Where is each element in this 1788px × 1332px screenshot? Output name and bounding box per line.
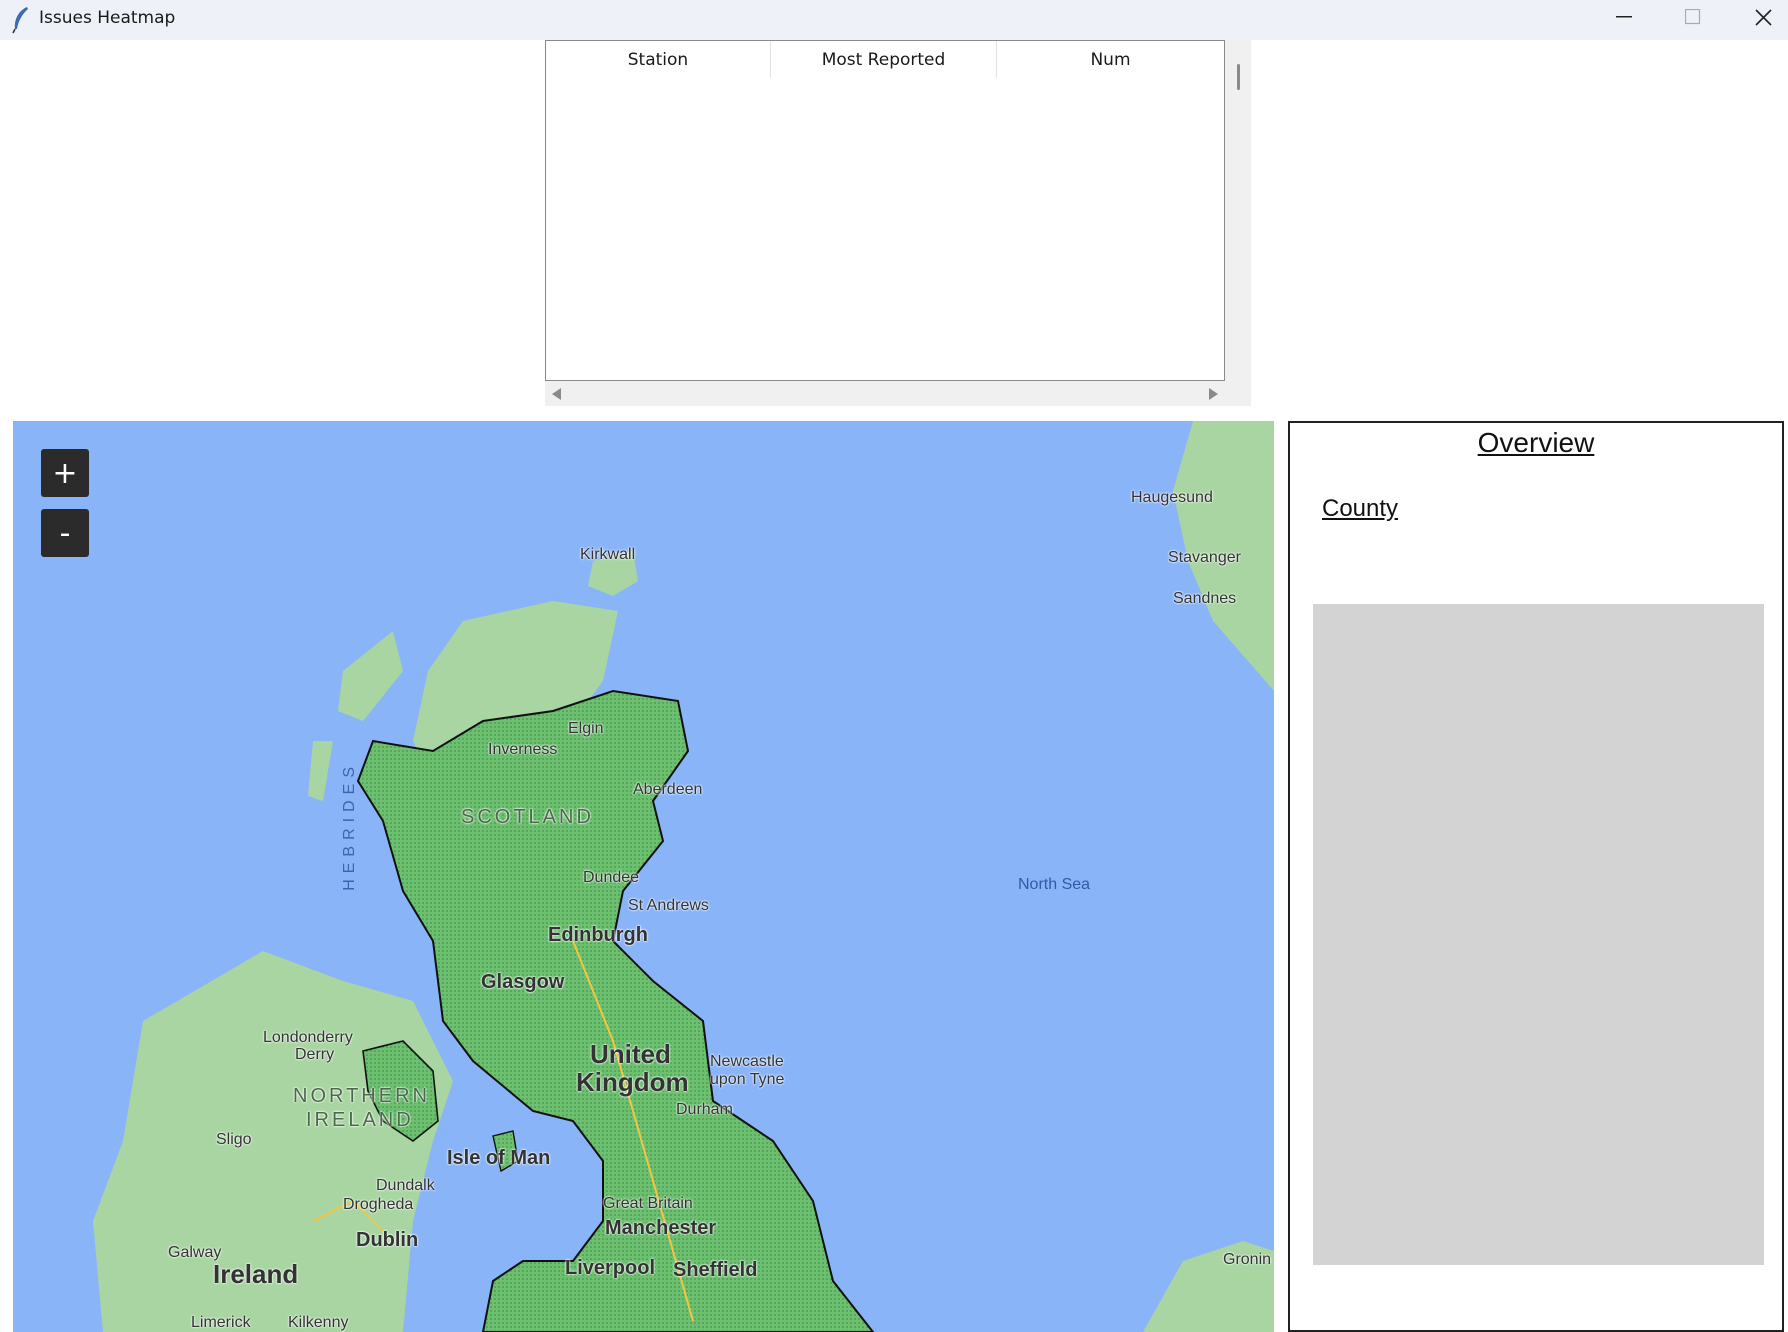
- label-stavanger: Stavanger: [1168, 549, 1241, 566]
- label-newcastle-1: Newcastle: [710, 1053, 784, 1070]
- hebrides-land: [338, 631, 403, 721]
- close-button[interactable]: [1728, 0, 1788, 34]
- county-label: County: [1322, 495, 1399, 522]
- label-dundalk: Dundalk: [376, 1177, 435, 1194]
- label-dundee: Dundee: [583, 869, 640, 886]
- vertical-scrollbar[interactable]: [1225, 40, 1251, 381]
- label-londonderry-1: Londonderry: [263, 1029, 353, 1046]
- close-icon: [1754, 8, 1772, 26]
- label-elgin: Elgin: [568, 720, 604, 737]
- table-header: Station Most Reported Num: [546, 41, 1224, 78]
- window-title: Issues Heatmap: [39, 8, 176, 28]
- label-ireland: Ireland: [213, 1259, 299, 1289]
- overview-panel: Overview County: [1288, 421, 1784, 1332]
- label-drogheda: Drogheda: [343, 1196, 414, 1213]
- label-newcastle-2: upon Tyne: [710, 1071, 785, 1088]
- label-united: United: [590, 1039, 671, 1069]
- label-kirkwall: Kirkwall: [580, 546, 636, 563]
- vertical-scrollbar-thumb[interactable]: [1237, 64, 1240, 90]
- label-st-andrews: St Andrews: [628, 897, 709, 914]
- label-north-sea: North Sea: [1018, 876, 1091, 893]
- maximize-icon: [1685, 9, 1701, 25]
- title-bar: Issues Heatmap: [0, 0, 1788, 40]
- label-haugesund: Haugesund: [1131, 489, 1213, 506]
- label-kingdom: Kingdom: [576, 1067, 689, 1097]
- map-view[interactable]: + - Kirkwall Haugesund Stavanger Sandnes…: [13, 421, 1274, 1332]
- label-durham: Durham: [676, 1101, 733, 1118]
- overview-title: Overview: [1477, 427, 1595, 458]
- maximize-button[interactable]: [1658, 0, 1728, 34]
- label-northern-ireland-2: IRELAND: [306, 1109, 414, 1131]
- label-sheffield: Sheffield: [673, 1259, 758, 1281]
- horizontal-scrollbar[interactable]: [545, 381, 1225, 406]
- label-sandnes: Sandnes: [1173, 590, 1237, 607]
- scroll-left-icon[interactable]: [552, 388, 561, 400]
- label-glasgow: Glasgow: [481, 971, 565, 993]
- label-northern-ireland-1: NORTHERN: [293, 1085, 430, 1107]
- label-groningen: Gronin: [1223, 1251, 1272, 1268]
- label-liverpool: Liverpool: [565, 1257, 656, 1279]
- column-header-most-reported[interactable]: Most Reported: [771, 41, 997, 78]
- label-isle-of-man: Isle of Man: [447, 1147, 551, 1169]
- label-manchester: Manchester: [605, 1217, 717, 1239]
- station-table-container: Station Most Reported Num: [545, 40, 1251, 406]
- column-header-station[interactable]: Station: [546, 41, 771, 78]
- scroll-right-icon[interactable]: [1209, 388, 1218, 400]
- label-londonderry-2: Derry: [295, 1046, 335, 1063]
- column-header-num[interactable]: Num: [997, 41, 1224, 78]
- label-scotland: SCOTLAND: [461, 806, 594, 828]
- label-edinburgh: Edinburgh: [548, 924, 648, 946]
- overview-chart-canvas: [1313, 604, 1764, 1265]
- label-sligo: Sligo: [216, 1131, 252, 1148]
- zoom-out-button[interactable]: -: [41, 509, 89, 557]
- station-table[interactable]: Station Most Reported Num: [545, 40, 1225, 381]
- feather-icon: [10, 6, 32, 34]
- label-hebrides: HEBRIDES: [341, 761, 358, 891]
- label-kilkenny: Kilkenny: [288, 1314, 349, 1331]
- minimize-icon: [1616, 16, 1632, 18]
- label-great-britain: Great Britain: [603, 1195, 693, 1212]
- label-limerick: Limerick: [191, 1314, 251, 1331]
- label-inverness: Inverness: [488, 741, 558, 758]
- label-dublin: Dublin: [356, 1229, 419, 1251]
- minimize-button[interactable]: [1589, 0, 1659, 34]
- label-aberdeen: Aberdeen: [633, 781, 703, 798]
- zoom-in-button[interactable]: +: [41, 449, 89, 497]
